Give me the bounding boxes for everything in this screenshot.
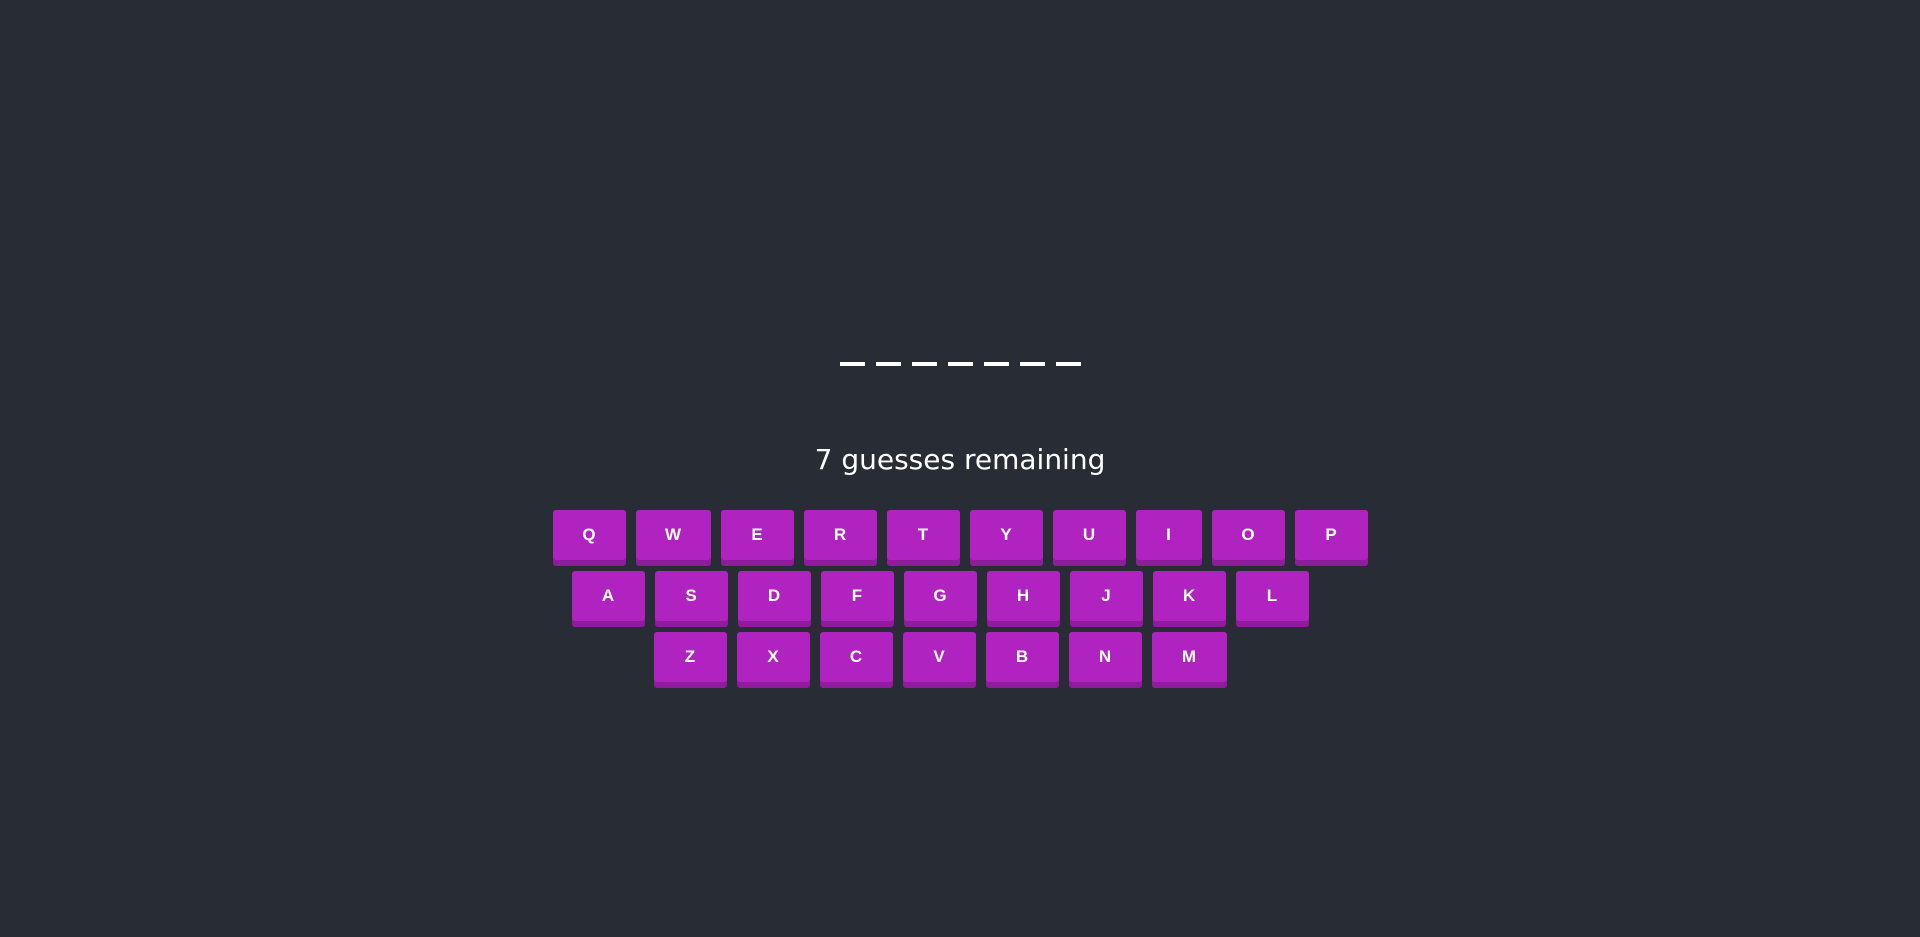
letter-slot — [1019, 362, 1045, 366]
guesses-remaining-text: 7 guesses remaining — [814, 443, 1106, 476]
letter-slot — [947, 362, 973, 366]
key-n[interactable]: N — [1068, 632, 1142, 682]
key-s[interactable]: S — [654, 571, 728, 621]
key-a[interactable]: A — [571, 571, 645, 621]
on-screen-keyboard: Q W E R T Y U I O P A S D F G H J K L Z … — [0, 510, 1920, 693]
keyboard-row-1: Q W E R T Y U I O P — [0, 510, 1920, 566]
key-k[interactable]: K — [1152, 571, 1226, 621]
key-m[interactable]: M — [1151, 632, 1227, 682]
keyboard-row-2: A S D F G H J K L — [0, 571, 1920, 627]
keyboard-row-3: Z X C V B N M — [0, 632, 1920, 688]
key-i[interactable]: I — [1135, 510, 1202, 560]
key-t[interactable]: T — [886, 510, 960, 560]
key-l[interactable]: L — [1235, 571, 1309, 621]
key-q[interactable]: Q — [552, 510, 626, 560]
key-f[interactable]: F — [820, 571, 894, 621]
key-z[interactable]: Z — [653, 632, 727, 682]
letter-slot — [875, 362, 901, 366]
key-u[interactable]: U — [1052, 510, 1126, 560]
key-h[interactable]: H — [986, 571, 1060, 621]
key-j[interactable]: J — [1069, 571, 1143, 621]
word-display — [0, 362, 1920, 366]
key-o[interactable]: O — [1211, 510, 1285, 560]
letter-slot — [839, 362, 865, 366]
key-d[interactable]: D — [737, 571, 811, 621]
game-stage: 7 guesses remaining Q W E R T Y U I O P … — [0, 0, 1920, 937]
key-e[interactable]: E — [720, 510, 794, 560]
key-p[interactable]: P — [1294, 510, 1368, 560]
key-w[interactable]: W — [635, 510, 711, 560]
key-g[interactable]: G — [903, 571, 977, 621]
key-r[interactable]: R — [803, 510, 877, 560]
key-c[interactable]: C — [819, 632, 893, 682]
key-x[interactable]: X — [736, 632, 810, 682]
key-y[interactable]: Y — [969, 510, 1043, 560]
letter-slot — [911, 362, 937, 366]
letter-slot — [983, 362, 1009, 366]
key-v[interactable]: V — [902, 632, 976, 682]
letter-slot — [1055, 362, 1081, 366]
key-b[interactable]: B — [985, 632, 1059, 682]
